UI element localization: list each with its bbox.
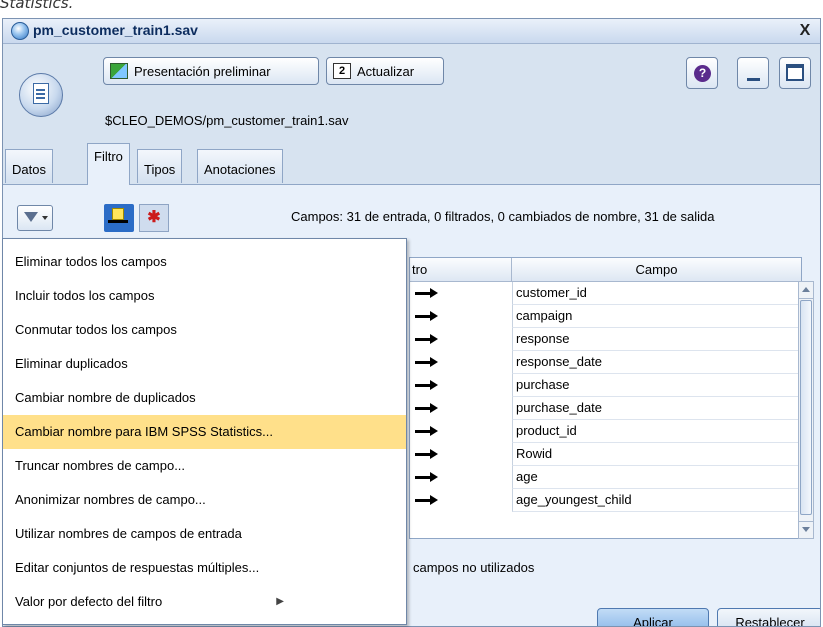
page-caption: Statistics. — [0, 0, 74, 12]
preview-button[interactable]: Presentación preliminar — [103, 57, 319, 85]
field-name: product_id — [512, 420, 801, 443]
filter-arrow-icon[interactable] — [415, 311, 439, 322]
scroll-down-icon[interactable] — [799, 521, 813, 538]
menu-item-anonymize-names[interactable]: Anonimizar nombres de campo... — [3, 483, 406, 517]
filter-arrow-icon[interactable] — [415, 426, 439, 437]
menu-item-truncate-names[interactable]: Truncar nombres de campo... — [3, 449, 406, 483]
table-row[interactable]: age_youngest_child — [410, 489, 801, 512]
field-name: purchase_date — [512, 397, 801, 420]
close-button[interactable]: X — [796, 22, 814, 40]
filter-column-header[interactable]: tro — [410, 258, 512, 282]
table-row[interactable]: product_id — [410, 420, 801, 443]
filter-options-dropdown[interactable] — [17, 205, 53, 231]
unused-fields-label: campos no utilizados — [413, 560, 535, 575]
menu-item-label: Valor por defecto del filtro — [15, 594, 163, 609]
tab-tipos[interactable]: Tipos — [137, 149, 183, 183]
preview-icon — [110, 63, 128, 79]
field-name: response_date — [512, 351, 801, 374]
scroll-up-icon[interactable] — [799, 282, 813, 299]
filter-options-menu: Eliminar todos los campos Incluir todos … — [2, 238, 407, 625]
filter-arrow-icon[interactable] — [415, 472, 439, 483]
vertical-scrollbar[interactable] — [798, 281, 814, 539]
minimize-icon — [747, 78, 760, 81]
preview-label: Presentación preliminar — [134, 63, 271, 79]
menu-item-use-input-names[interactable]: Utilizar nombres de campos de entrada — [3, 517, 406, 551]
menu-item-include-all[interactable]: Incluir todos los campos — [3, 279, 406, 313]
refresh-label: Actualizar — [357, 63, 415, 79]
help-button[interactable]: ? — [686, 57, 718, 89]
filter-arrow-icon[interactable] — [415, 288, 439, 299]
submenu-arrow-icon: ▶ — [276, 596, 284, 607]
fields-table: tro Campo customer_id campaign response … — [409, 257, 802, 539]
minimize-button[interactable] — [737, 57, 769, 89]
table-row[interactable]: campaign — [410, 305, 801, 328]
table-row[interactable]: purchase_date — [410, 397, 801, 420]
remove-fields-icon[interactable]: ✱ — [139, 204, 169, 232]
filter-arrow-icon[interactable] — [415, 357, 439, 368]
table-row[interactable]: purchase — [410, 374, 801, 397]
database-globe-icon — [11, 22, 29, 40]
field-name: campaign — [512, 305, 801, 328]
field-name: age — [512, 466, 801, 489]
menu-item-toggle-all[interactable]: Conmutar todos los campos — [3, 313, 406, 347]
filter-arrow-icon[interactable] — [415, 495, 439, 506]
table-row[interactable]: Rowid — [410, 443, 801, 466]
chevron-down-icon — [42, 216, 48, 220]
menu-item-rename-for-spss[interactable]: Cambiar nombre para IBM SPSS Statistics.… — [3, 415, 406, 449]
field-name: age_youngest_child — [512, 489, 801, 512]
field-name: customer_id — [512, 282, 801, 305]
reset-button[interactable]: Restablecer — [717, 608, 820, 626]
table-row[interactable]: customer_id — [410, 282, 801, 305]
scroll-thumb[interactable] — [800, 300, 812, 515]
filter-arrow-icon[interactable] — [415, 334, 439, 345]
source-node-icon — [19, 73, 63, 117]
menu-item-remove-all[interactable]: Eliminar todos los campos — [3, 245, 406, 279]
field-name: response — [512, 328, 801, 351]
filter-arrow-icon[interactable] — [415, 403, 439, 414]
maximize-button[interactable] — [779, 57, 811, 89]
field-name: purchase — [512, 374, 801, 397]
window-title: pm_customer_train1.sav — [33, 22, 198, 38]
menu-item-edit-multiple-response[interactable]: Editar conjuntos de respuestas múltiples… — [3, 551, 406, 585]
title-bar[interactable]: pm_customer_train1.sav X — [3, 19, 820, 44]
filter-arrow-icon[interactable] — [415, 449, 439, 460]
funnel-icon — [24, 212, 38, 222]
table-row[interactable]: response_date — [410, 351, 801, 374]
menu-item-filter-default[interactable]: Valor por defecto del filtro ▶ — [3, 585, 406, 619]
fields-summary: Campos: 31 de entrada, 0 filtrados, 0 ca… — [291, 209, 715, 224]
refresh-button[interactable]: 2 Actualizar — [326, 57, 444, 85]
field-column-header[interactable]: Campo — [512, 258, 801, 282]
refresh-icon: 2 — [333, 63, 351, 79]
pass-fields-icon[interactable] — [104, 204, 134, 232]
menu-item-rename-duplicates[interactable]: Cambiar nombre de duplicados — [3, 381, 406, 415]
table-row[interactable]: response — [410, 328, 801, 351]
table-row[interactable]: age — [410, 466, 801, 489]
help-icon: ? — [694, 65, 711, 82]
tab-datos[interactable]: Datos — [5, 149, 53, 183]
maximize-icon — [786, 64, 804, 81]
field-name: Rowid — [512, 443, 801, 466]
menu-item-remove-duplicates[interactable]: Eliminar duplicados — [3, 347, 406, 381]
tab-filtro[interactable]: Filtro — [87, 143, 130, 185]
filter-arrow-icon[interactable] — [415, 380, 439, 391]
file-path: $CLEO_DEMOS/pm_customer_train1.sav — [105, 113, 349, 128]
tab-anotaciones[interactable]: Anotaciones — [197, 149, 283, 183]
apply-button[interactable]: Aplicar — [597, 608, 709, 626]
